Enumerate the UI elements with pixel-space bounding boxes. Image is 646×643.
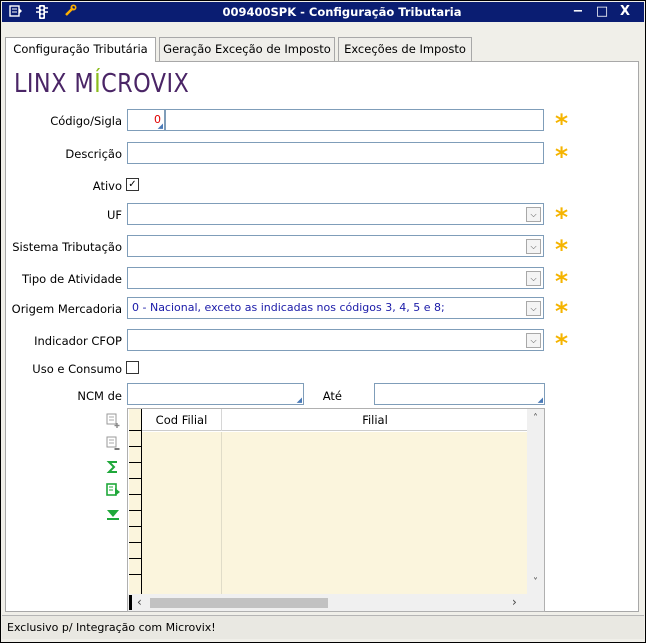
export-icon[interactable] bbox=[103, 482, 123, 502]
ativo-label: Ativo bbox=[92, 179, 122, 193]
chevron-down-icon[interactable]: ⌵ bbox=[526, 239, 541, 254]
tipo-select[interactable]: ⌵ bbox=[127, 267, 544, 289]
required-icon: * bbox=[555, 203, 569, 232]
scroll-right-icon[interactable]: › bbox=[512, 595, 517, 609]
remove-row-icon[interactable] bbox=[103, 435, 123, 455]
sistema-label: Sistema Tributação bbox=[12, 240, 122, 254]
scroll-left-icon[interactable]: ‹ bbox=[137, 595, 142, 609]
grid-body[interactable] bbox=[142, 432, 528, 595]
required-icon: * bbox=[555, 235, 569, 264]
origem-label: Origem Mercadoria bbox=[11, 302, 122, 316]
scroll-up-icon[interactable]: ˄ bbox=[527, 413, 544, 424]
uso-consumo-checkbox[interactable] bbox=[126, 361, 139, 374]
uf-select[interactable]: ⌵ bbox=[127, 203, 544, 225]
grid-header: Cod Filial Filial bbox=[142, 409, 528, 431]
add-row-icon[interactable] bbox=[103, 412, 123, 432]
filiais-grid: Cod Filial Filial ˄ ˅ ‹ › bbox=[127, 408, 545, 612]
grid-horizontal-scrollbar[interactable]: ‹ › bbox=[128, 594, 544, 611]
sistema-select[interactable]: ⌵ bbox=[127, 235, 544, 257]
grid-vertical-scrollbar[interactable]: ˄ ˅ bbox=[527, 409, 544, 595]
maximize-button[interactable]: □ bbox=[593, 3, 611, 21]
descricao-label: Descrição bbox=[65, 147, 122, 161]
cfop-label: Indicador CFOP bbox=[34, 334, 122, 348]
chevron-down-icon[interactable]: ⌵ bbox=[526, 271, 541, 286]
chevron-down-icon[interactable]: ⌵ bbox=[526, 301, 541, 316]
lookup-icon: ◢ bbox=[157, 122, 163, 130]
wrench-icon[interactable] bbox=[62, 4, 78, 20]
traffic-light-icon[interactable] bbox=[34, 4, 50, 20]
codigo-input[interactable]: 0 ◢ bbox=[127, 109, 165, 131]
uf-label: UF bbox=[106, 208, 122, 222]
app-window: 009400SPK - Configuração Tributaria − □ … bbox=[0, 0, 646, 643]
column-header-cod-filial[interactable]: Cod Filial bbox=[142, 409, 222, 431]
row-indicator-column bbox=[129, 409, 142, 595]
column-header-filial[interactable]: Filial bbox=[222, 409, 528, 431]
tipo-label: Tipo de Atividade bbox=[22, 272, 122, 286]
required-icon: * bbox=[555, 329, 569, 358]
required-icon: * bbox=[555, 109, 569, 138]
status-text: Exclusivo p/ Integração com Microvix! bbox=[7, 621, 216, 634]
sigla-input[interactable] bbox=[165, 109, 544, 131]
ncm-de-label: NCM de bbox=[77, 389, 122, 403]
required-icon: * bbox=[555, 142, 569, 171]
required-icon: * bbox=[555, 297, 569, 326]
uso-consumo-label: Uso e Consumo bbox=[32, 362, 122, 376]
title-bar: 009400SPK - Configuração Tributaria − □ … bbox=[2, 2, 644, 22]
scroll-down-icon[interactable]: ˅ bbox=[527, 577, 544, 588]
lookup-icon: ◢ bbox=[537, 396, 543, 404]
scroll-thumb[interactable] bbox=[150, 598, 328, 608]
required-icon: * bbox=[555, 267, 569, 296]
ate-label: Até bbox=[322, 389, 342, 403]
cfop-select[interactable]: ⌵ bbox=[127, 329, 544, 351]
descricao-input[interactable] bbox=[127, 142, 544, 164]
window-title: 009400SPK - Configuração Tributaria bbox=[222, 5, 462, 19]
ativo-checkbox[interactable]: ✓ bbox=[126, 178, 139, 191]
linx-microvix-logo: LINX MÍCROVIX bbox=[14, 69, 190, 99]
chevron-down-icon[interactable]: ⌵ bbox=[526, 207, 541, 222]
close-button[interactable]: X bbox=[616, 3, 634, 21]
codigo-label: Código/Sigla bbox=[50, 114, 122, 128]
origem-select[interactable]: 0 - Nacional, exceto as indicadas nos có… bbox=[127, 297, 544, 319]
tab-geracao-excecao[interactable]: Geração Exceção de Imposto bbox=[159, 37, 335, 61]
status-bar: Exclusivo p/ Integração com Microvix! bbox=[2, 615, 644, 639]
tab-excecoes-imposto[interactable]: Exceções de Imposto bbox=[338, 37, 472, 61]
sum-icon[interactable] bbox=[103, 459, 123, 479]
ncm-ate-input[interactable]: ◢ bbox=[374, 383, 545, 405]
filter-down-icon[interactable] bbox=[103, 506, 123, 526]
form-list-icon[interactable] bbox=[8, 4, 24, 20]
minimize-button[interactable]: − bbox=[569, 3, 587, 21]
tab-configuracao-tributaria[interactable]: Configuração Tributária bbox=[5, 37, 156, 62]
chevron-down-icon[interactable]: ⌵ bbox=[526, 333, 541, 348]
